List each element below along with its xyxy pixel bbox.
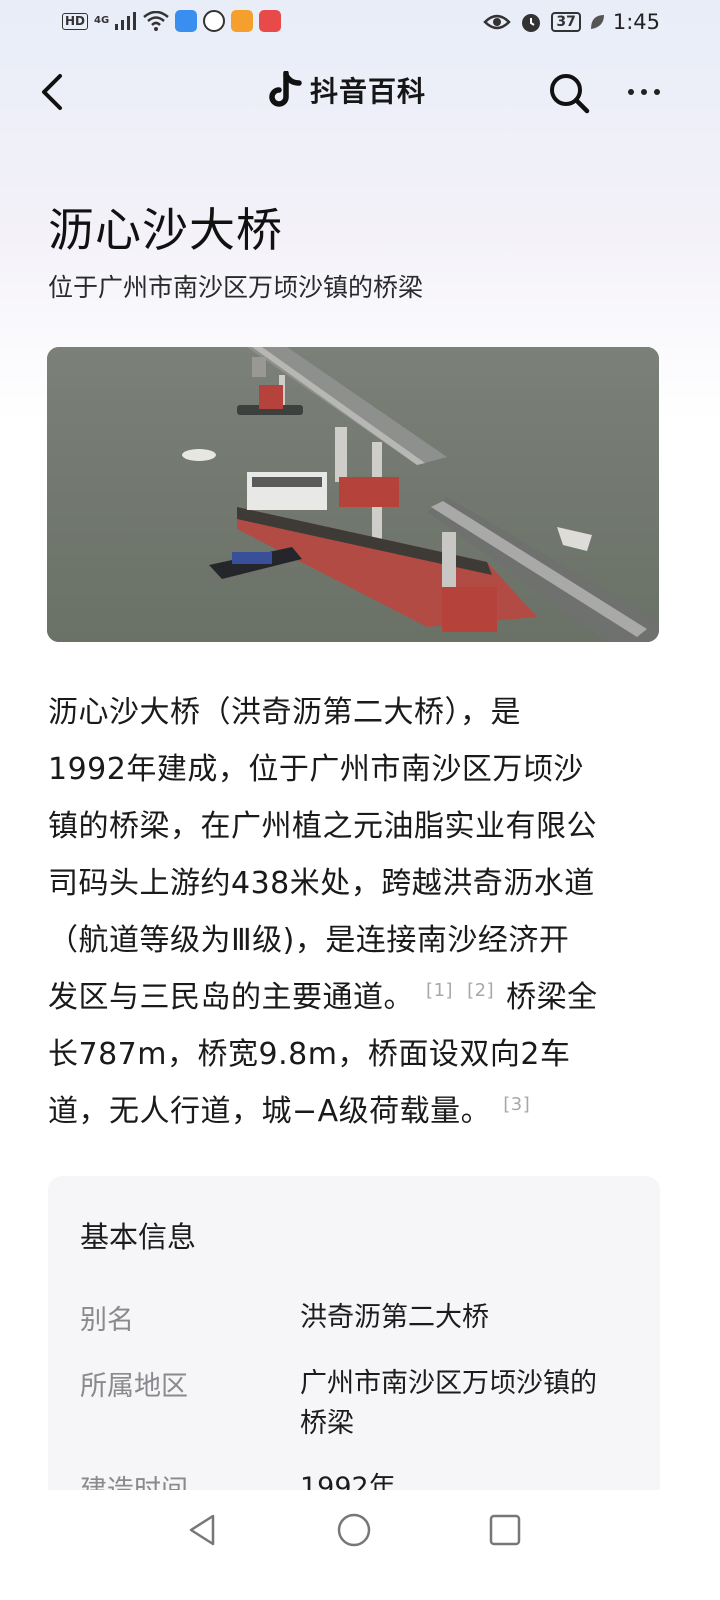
cloud-app-icon [175,10,198,32]
intro-line: 1992年建成，位于广州市南沙区万顷沙 [48,752,584,787]
back-icon [42,74,62,110]
alarm-icon [522,14,541,32]
reference-link-1[interactable]: [1] [426,980,453,1001]
brand-label: 抖音百科 [310,75,427,108]
intro-line-text: 道，无人行道，城−A级荷载量。 [48,1094,492,1129]
intro-line-with-refs: 发区与三民岛的主要通道。 [1] [2] 桥梁全 [48,969,668,1026]
reference-link-2[interactable]: [2] [467,980,494,1001]
wechat-icon [203,10,226,32]
nav-back-button[interactable] [183,1510,223,1550]
info-key: 所属地区 [80,1371,188,1402]
battery-icon: 37 [551,12,581,32]
hd-icon: HD [62,12,89,30]
network-type: 4G [94,15,110,26]
douyin-baike-brand: 抖音百科 [268,70,426,110]
nav-back-icon [189,1514,215,1546]
nav-recents-button[interactable] [485,1510,525,1550]
signal-icon [115,12,137,30]
nav-home-button[interactable] [334,1510,374,1550]
eye-icon [483,14,512,30]
basic-info-heading: 基本信息 [80,1220,197,1254]
intro-line-with-ref: 道，无人行道，城−A级荷载量。 [3] [48,1083,668,1140]
leaf-icon [590,15,604,29]
reference-link-3[interactable]: [3] [503,1094,530,1115]
more-icon [654,89,660,95]
bridge-photo-illustration [47,347,659,642]
search-icon [550,74,590,114]
back-button[interactable] [36,66,76,116]
intro-line: 沥心沙大桥（洪奇沥第二大桥），是 [48,695,521,730]
page-subtitle: 位于广州市南沙区万顷沙镇的桥梁 [48,273,424,302]
top-nav: 抖音百科 [0,58,720,128]
wifi-icon [143,11,169,31]
search-button[interactable] [546,70,592,116]
intro-line: 司码头上游约438米处，跨越洪奇沥水道 [48,866,595,901]
nav-home-icon [337,1513,371,1547]
douyin-logo-icon [269,71,302,107]
more-button[interactable] [628,80,668,104]
status-time: 1:45 [612,10,660,34]
video-app-icon [231,10,254,32]
intro-line: 镇的桥梁，在广州植之元油脂实业有限公 [48,809,597,844]
intro-line: 长787m，桥宽9.8m，桥面设双向2车 [48,1037,571,1072]
intro-paragraph: 沥心沙大桥（洪奇沥第二大桥），是 1992年建成，位于广州市南沙区万顷沙 镇的桥… [48,684,668,1140]
status-right: 37 1:45 [483,10,660,34]
basic-info-card: 基本信息 别名 洪奇沥第二大桥 所属地区 广州市南沙区万顷沙镇的桥梁 建造时间 … [48,1176,660,1516]
status-bar: HD 4G 37 1:45 [0,0,720,48]
more-icon [641,89,647,95]
intro-line-text: 桥梁全 [506,980,598,1015]
system-nav-bar [0,1490,720,1600]
news-app-icon [259,10,282,32]
page-title: 沥心沙大桥 [48,203,283,257]
more-icon [628,89,634,95]
info-value: 广州市南沙区万顷沙镇的桥梁 [300,1368,597,1439]
nav-recents-icon [489,1514,521,1546]
info-key: 别名 [80,1305,134,1336]
status-left: HD 4G [62,10,282,32]
intro-line-text: 发区与三民岛的主要通道。 [48,980,414,1015]
bridge-photo[interactable] [47,347,659,642]
intro-line: （航道等级为Ⅲ级)，是连接南沙经济开 [48,923,570,958]
info-value: 洪奇沥第二大桥 [300,1302,489,1333]
